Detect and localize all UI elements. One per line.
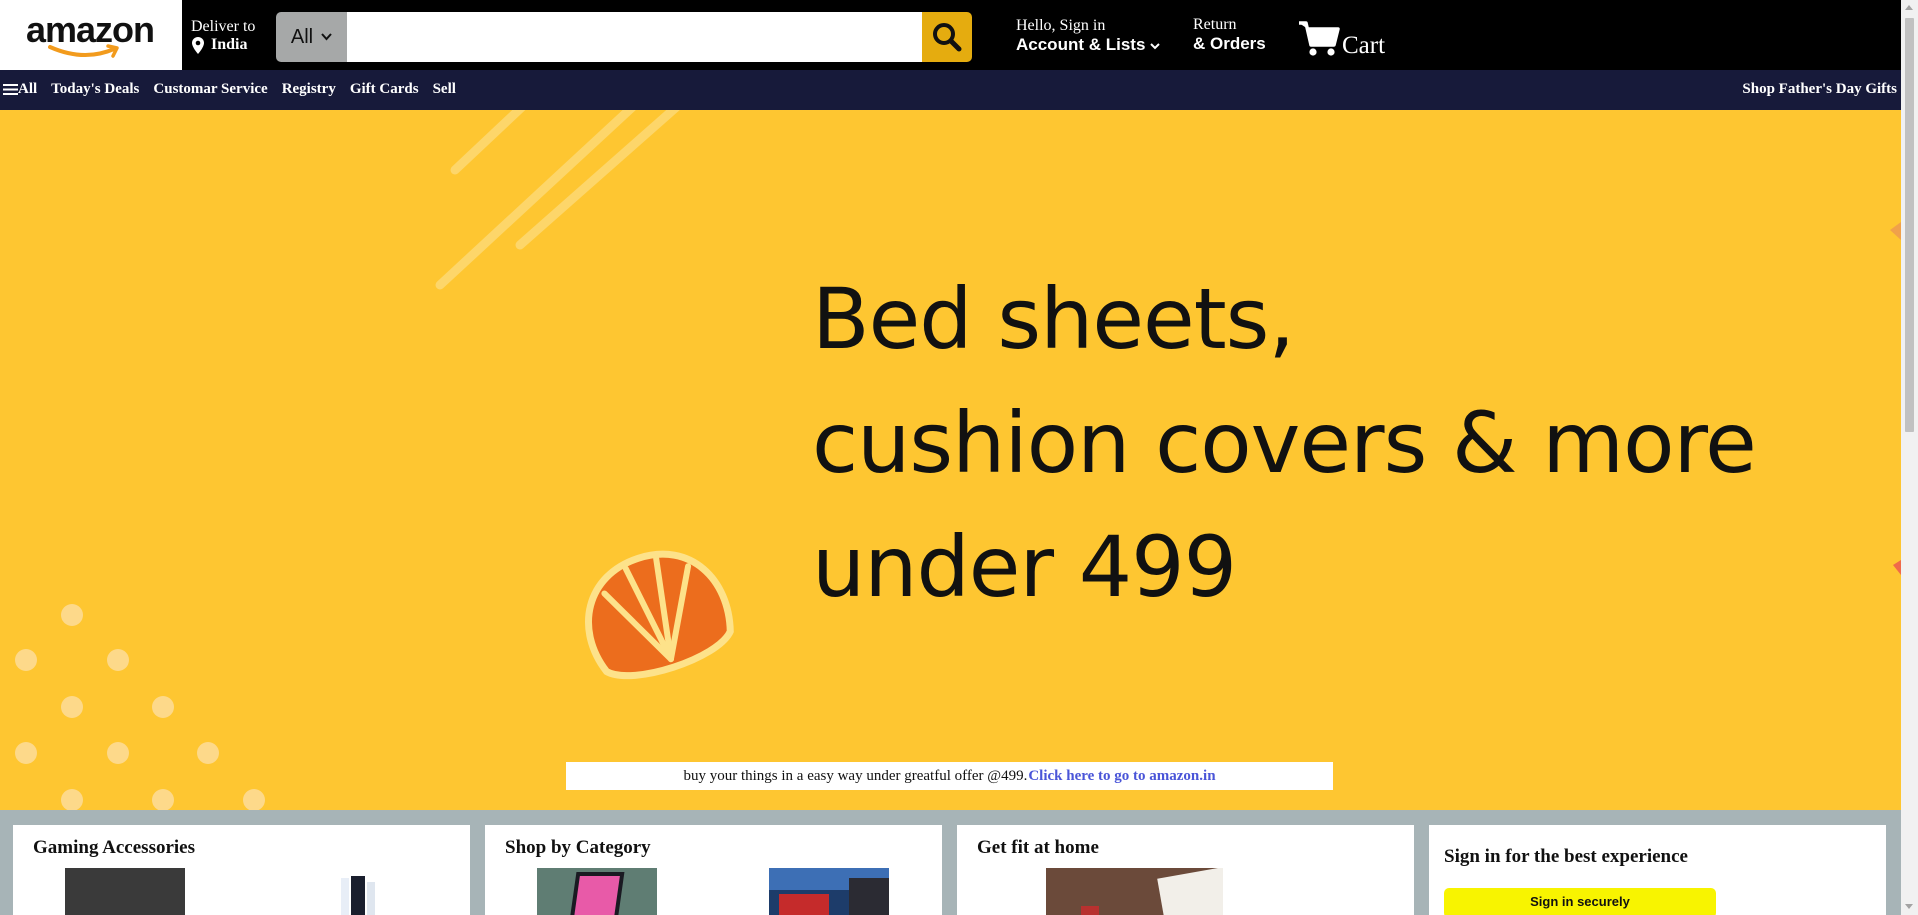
- search-input[interactable]: [347, 12, 922, 62]
- account-greeting: Hello, Sign in: [1016, 17, 1106, 34]
- search-category-value: All: [290, 25, 314, 48]
- offer-link[interactable]: Click here to go to amazon.in: [1028, 768, 1215, 785]
- nav-item-gift-cards[interactable]: Gift Cards: [350, 81, 419, 98]
- scroll-down-arrow-icon[interactable]: [1905, 904, 1913, 909]
- scroll-up-arrow-icon[interactable]: [1905, 5, 1913, 10]
- deliver-location-row: India: [191, 36, 255, 54]
- laptop-image-graphic: [569, 872, 625, 915]
- page-scrollbar[interactable]: [1901, 0, 1918, 915]
- cart-label: Cart: [1342, 32, 1386, 59]
- card-row: Gaming Accessories Shop by Category Get …: [0, 810, 1901, 915]
- fitness-image-graphic: [1081, 866, 1235, 915]
- offer-banner: buy your things in a easy way under grea…: [566, 762, 1333, 790]
- card-shop-by-category[interactable]: Shop by Category: [485, 825, 942, 915]
- hero-heading-line1: Bed sheets,: [812, 270, 1295, 368]
- nav-item-registry[interactable]: Registry: [282, 81, 336, 98]
- deliver-to[interactable]: Deliver to India: [191, 18, 255, 54]
- console-image-graphic: [341, 876, 375, 915]
- logo-smile-icon: [48, 44, 119, 58]
- nav-promo-link[interactable]: Shop Father's Day Gifts: [1742, 81, 1897, 98]
- hamburger-icon: [3, 84, 18, 95]
- nav-item-todays-deals[interactable]: Today's Deals: [51, 81, 139, 98]
- gaming-console-image[interactable]: [339, 868, 399, 915]
- nav-all-label: All: [18, 81, 38, 97]
- hero-heading-line2: cushion covers & more: [812, 394, 1757, 492]
- game-image-graphic: [769, 868, 889, 915]
- orders-label: & Orders: [1193, 34, 1266, 53]
- offer-text: buy your things in a easy way under grea…: [683, 767, 1028, 784]
- account-label: Account & Lists: [1016, 35, 1146, 54]
- returns-label: Return: [1193, 16, 1237, 33]
- nav-all-menu[interactable]: All: [3, 81, 37, 98]
- card-title: Gaming Accessories: [33, 837, 196, 858]
- category-laptop-image[interactable]: [537, 868, 657, 915]
- fitness-image[interactable]: [1046, 866, 1235, 915]
- deliver-location: India: [211, 36, 248, 53]
- card-title: Get fit at home: [977, 837, 1099, 858]
- hero-heading-line3: under 499: [812, 518, 1237, 616]
- chevron-down-icon: [1150, 43, 1160, 50]
- hero-banner[interactable]: Bed sheets, cushion covers & more under …: [0, 110, 1901, 810]
- nav-item-sell[interactable]: Sell: [433, 81, 456, 98]
- cart-icon: [1299, 21, 1340, 56]
- account-lists[interactable]: Hello, Sign in Account & Lists: [1016, 17, 1160, 55]
- search-category-select[interactable]: All: [276, 12, 347, 62]
- card-get-fit-at-home[interactable]: Get fit at home: [957, 825, 1414, 915]
- card-gaming-accessories[interactable]: Gaming Accessories: [13, 825, 470, 915]
- location-pin-icon: [192, 37, 204, 54]
- nav-bar: All Today's Deals Customar Service Regis…: [0, 70, 1901, 110]
- nav-item-customer-service[interactable]: Customar Service: [153, 81, 267, 98]
- gaming-headset-image[interactable]: [65, 868, 185, 915]
- returns-orders[interactable]: Return & Orders: [1193, 16, 1266, 54]
- category-game-image[interactable]: [769, 868, 889, 915]
- signin-title: Sign in for the best experience: [1444, 846, 1688, 867]
- top-header: amazon Deliver to India All Hello, Sign …: [0, 0, 1901, 70]
- search-icon: [933, 23, 962, 52]
- search-bar: All: [276, 12, 972, 62]
- cart-button[interactable]: Cart: [1298, 20, 1385, 58]
- deliver-label: Deliver to: [191, 18, 256, 35]
- signin-button[interactable]: Sign in securely: [1444, 888, 1716, 915]
- scrollbar-thumb[interactable]: [1905, 18, 1914, 432]
- card-signin: Sign in for the best experience Sign in …: [1429, 825, 1886, 915]
- amazon-logo[interactable]: amazon: [0, 0, 182, 70]
- account-label-row: Account & Lists: [1016, 35, 1160, 55]
- chevron-down-icon: [321, 33, 332, 41]
- search-button[interactable]: [922, 12, 972, 62]
- card-title: Shop by Category: [505, 837, 651, 858]
